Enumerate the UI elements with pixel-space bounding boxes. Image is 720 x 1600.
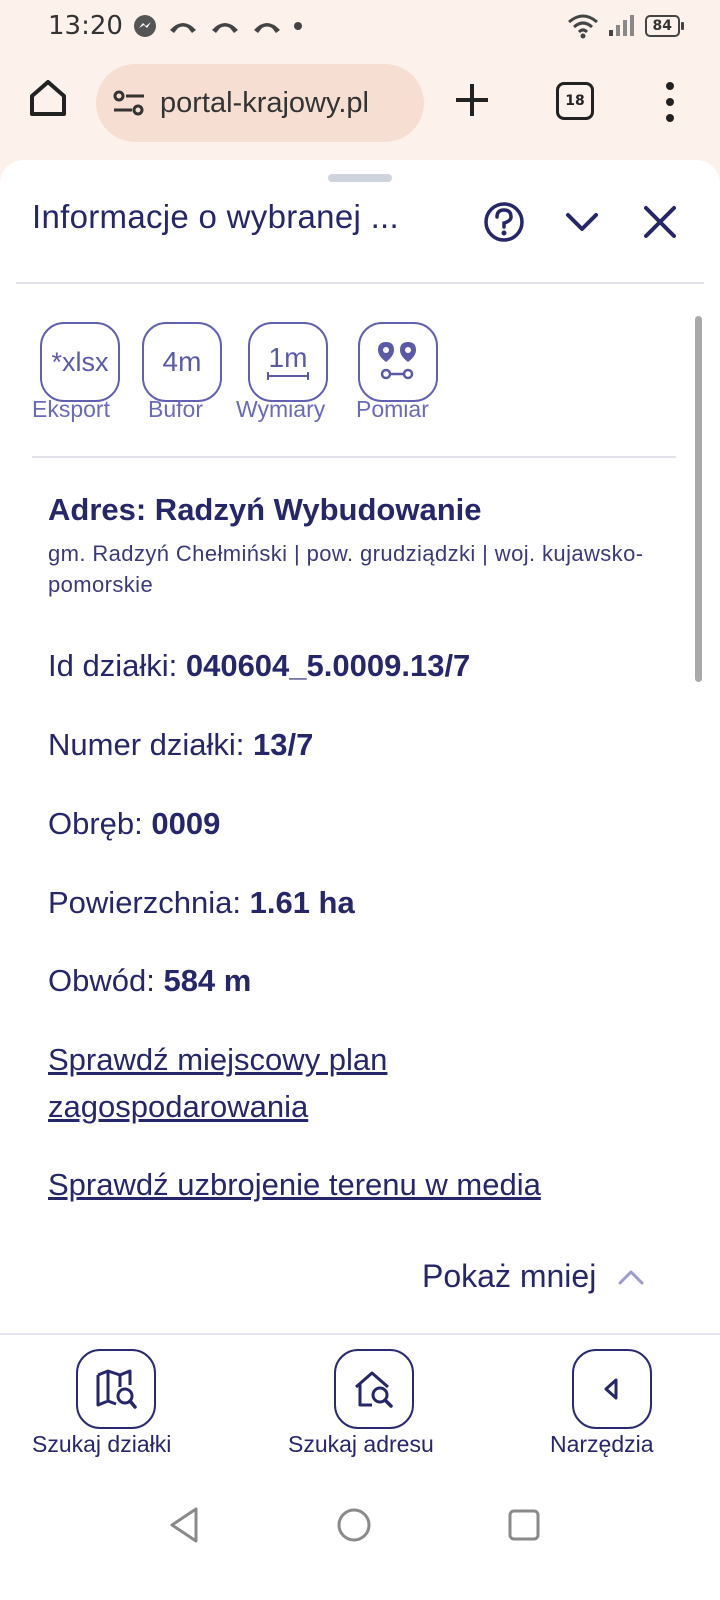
- tool-label-export: Eksport: [32, 396, 110, 422]
- field-label: Id działki:: [48, 648, 186, 683]
- info-panel: Informacje o wybranej ... *xlsx Eksport …: [0, 160, 720, 1360]
- field-label: Obręb:: [48, 806, 152, 841]
- search-parcel-button[interactable]: [76, 1349, 156, 1429]
- address-title: Adres: Radzyń Wybudowanie: [48, 492, 482, 527]
- field-label: Obwód:: [48, 963, 164, 998]
- tool-label-dimensions: Wymiary: [236, 396, 326, 422]
- tab-switcher-button[interactable]: 18: [556, 82, 594, 120]
- house-search-icon: [355, 1371, 393, 1408]
- buffer-button[interactable]: 4m: [142, 322, 222, 402]
- tools-button[interactable]: [572, 1349, 652, 1429]
- dimensions-button[interactable]: 1m: [248, 322, 328, 402]
- home-nav-icon[interactable]: [334, 1505, 374, 1545]
- panel-title: Informacje o wybranej ...: [32, 198, 399, 235]
- system-navigation-bar: [0, 1473, 720, 1600]
- panel-scrollbar[interactable]: [695, 316, 702, 682]
- missed-call-icon: [253, 23, 280, 33]
- site-settings-icon[interactable]: [112, 88, 146, 118]
- field-parcel-id: Id działki: 040604_5.0009.13/7: [48, 648, 470, 684]
- show-less-label: Pokaż mniej: [422, 1258, 597, 1294]
- field-precinct: Obręb: 0009: [48, 806, 220, 842]
- field-perimeter: Obwód: 584 m: [48, 963, 251, 999]
- export-xlsx-button[interactable]: *xlsx: [40, 322, 120, 402]
- dot-icon: [293, 22, 302, 30]
- field-label: Numer działki:: [48, 727, 253, 762]
- show-less-button[interactable]: Pokaż mniej: [422, 1258, 644, 1295]
- wifi-icon: [567, 14, 598, 39]
- address-subtitle: gm. Radzyń Chełmiński | pow. grudziądzki…: [48, 541, 644, 597]
- battery-indicator: 84: [644, 15, 685, 37]
- drag-handle[interactable]: [328, 174, 392, 182]
- chevron-up-icon: [618, 1270, 644, 1284]
- recents-icon[interactable]: [504, 1505, 544, 1545]
- tool-label-measure: Pomiar: [356, 396, 429, 422]
- nav-label-search-parcel: Szukaj działki: [32, 1431, 172, 1457]
- field-parcel-number: Numer działki: 13/7: [48, 727, 313, 763]
- tool-icon-text: 1m: [268, 342, 308, 373]
- messenger-icon: [133, 15, 156, 37]
- nav-label-search-address: Szukaj adresu: [288, 1431, 434, 1457]
- status-bar: 13:20 84: [0, 0, 720, 52]
- missed-call-icon: [169, 23, 196, 33]
- browser-toolbar: portal-krajowy.pl 18: [0, 52, 720, 160]
- nav-label-tools: Narzędzia: [550, 1431, 654, 1457]
- measure-button[interactable]: [358, 322, 438, 402]
- field-label: Powierzchnia:: [48, 885, 250, 920]
- missed-call-icon: [211, 23, 238, 33]
- tool-icon-text: 4m: [162, 346, 202, 377]
- field-value: 1.61 ha: [249, 885, 355, 920]
- signal-icon: [608, 15, 634, 36]
- map-search-icon: [96, 1369, 137, 1409]
- new-tab-icon[interactable]: [452, 80, 492, 120]
- zoning-plan-link[interactable]: Sprawdź miejscowy plan zagospodarowania: [48, 1036, 478, 1130]
- back-icon[interactable]: [164, 1505, 204, 1545]
- field-value: 584 m: [163, 963, 252, 998]
- bottom-navigation: Szukaj działki Szukaj adresu Narzędzia: [0, 1333, 720, 1473]
- chevron-down-icon[interactable]: [560, 200, 604, 244]
- tools-divider: [32, 456, 676, 458]
- search-address-button[interactable]: [334, 1349, 414, 1429]
- field-area: Powierzchnia: 1.61 ha: [48, 885, 355, 921]
- tool-icon-text: *xlsx: [51, 346, 109, 377]
- measure-line-icon: [267, 372, 309, 380]
- caret-left-icon: [604, 1378, 618, 1400]
- tool-label-buffer: Bufor: [148, 396, 203, 422]
- url-bar[interactable]: portal-krajowy.pl: [96, 64, 424, 142]
- url-text: portal-krajowy.pl: [160, 86, 369, 119]
- header-divider: [16, 282, 704, 284]
- close-icon[interactable]: [638, 200, 682, 244]
- more-options-icon[interactable]: [660, 80, 680, 124]
- route-pins-icon: [378, 342, 416, 380]
- home-icon[interactable]: [26, 76, 70, 120]
- utilities-link[interactable]: Sprawdź uzbrojenie terenu w media: [48, 1161, 668, 1208]
- field-value: 0009: [151, 806, 221, 841]
- help-icon[interactable]: [482, 200, 526, 244]
- status-time: 13:20: [48, 11, 123, 41]
- field-value: 040604_5.0009.13/7: [185, 648, 471, 683]
- field-value: 13/7: [253, 727, 314, 762]
